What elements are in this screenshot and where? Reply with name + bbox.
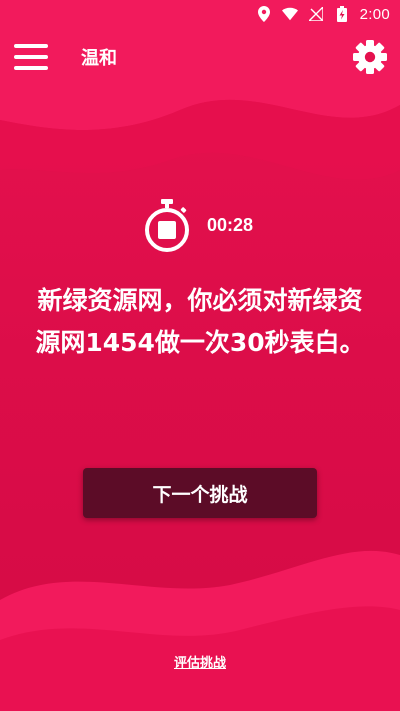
app-bar: 温和 [0,28,400,84]
next-challenge-button[interactable]: 下一个挑战 [83,468,317,518]
timer-value: 00:28 [207,214,254,235]
status-time: 2:00 [359,5,390,23]
stopwatch-icon [141,197,193,253]
location-icon [256,6,272,22]
timer: 00:28 [141,195,253,255]
no-signal-icon [308,6,324,22]
challenge-text: 新绿资源网，你必须对新绿资源网1454做一次30秒表白。 [35,286,365,357]
gear-icon[interactable] [352,39,388,75]
status-bar: 2:00 [0,0,400,28]
rate-challenge-link[interactable]: 评估挑战 [0,652,400,671]
wifi-icon [281,6,298,22]
app-title: 温和 [81,48,117,69]
battery-charging-icon [334,6,350,22]
hamburger-menu-icon[interactable] [14,42,48,72]
